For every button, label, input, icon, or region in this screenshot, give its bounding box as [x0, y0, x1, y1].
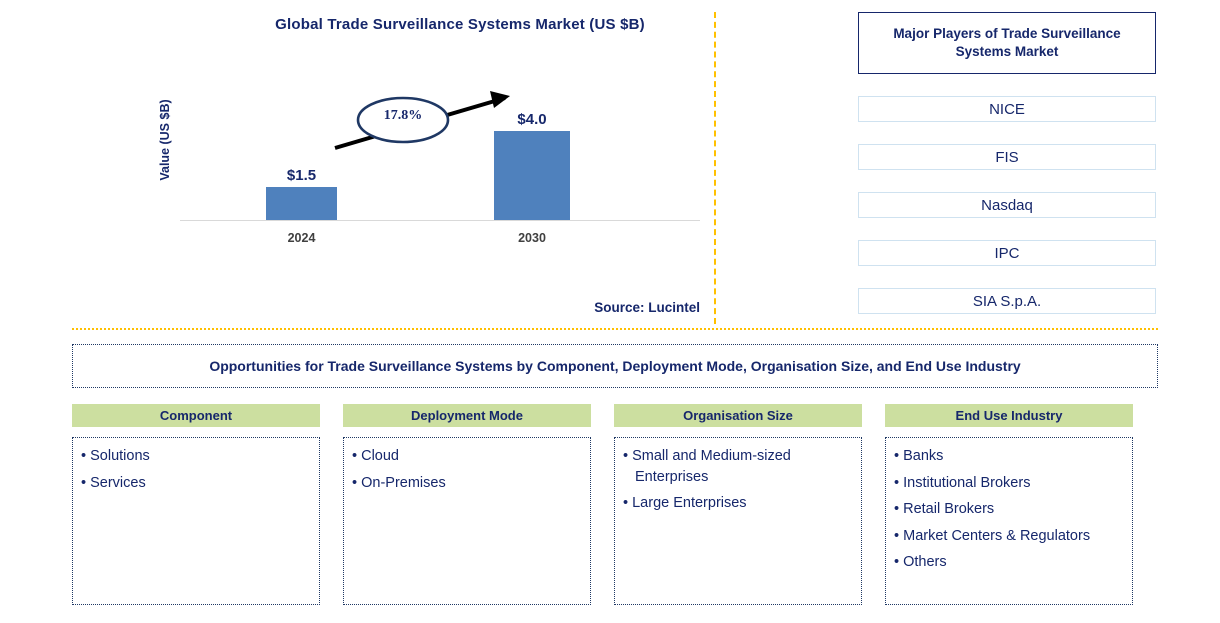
category-column-component: Component Solutions Services [72, 404, 320, 605]
player-item[interactable]: NICE [858, 96, 1156, 122]
list-item: Solutions [81, 446, 313, 467]
list-item: Banks [894, 446, 1126, 467]
category-header: Component [72, 404, 320, 427]
x-tick-label-2024: 2024 [287, 231, 316, 245]
category-list: Solutions Services [72, 437, 320, 605]
infographic-page: Global Trade Surveillance Systems Market… [0, 0, 1220, 623]
vertical-divider [714, 12, 716, 324]
list-item: Retail Brokers [894, 499, 1126, 520]
bar-value-2030: $4.0 [517, 111, 547, 128]
list-item: Small and Medium-sized Enterprises [623, 446, 855, 487]
horizontal-divider [72, 328, 1158, 330]
category-column-deployment-mode: Deployment Mode Cloud On-Premises [343, 404, 591, 605]
category-header: Organisation Size [614, 404, 862, 427]
opportunities-banner: Opportunities for Trade Surveillance Sys… [72, 344, 1158, 388]
player-item[interactable]: SIA S.p.A. [858, 288, 1156, 314]
category-header: Deployment Mode [343, 404, 591, 427]
bar-2024 [266, 187, 337, 220]
player-item[interactable]: FIS [858, 144, 1156, 170]
source-note: Source: Lucintel [594, 300, 700, 315]
list-item: Large Enterprises [623, 493, 855, 514]
major-players-header: Major Players of Trade Surveillance Syst… [858, 12, 1156, 74]
x-tick-label-2030: 2030 [518, 231, 546, 245]
category-column-end-use-industry: End Use Industry Banks Institutional Bro… [885, 404, 1133, 605]
list-item: Institutional Brokers [894, 473, 1126, 494]
opportunity-categories: Component Solutions Services Deployment … [72, 404, 1158, 605]
category-list: Cloud On-Premises [343, 437, 591, 605]
y-axis-label: Value (US $B) [158, 99, 172, 181]
bar-chart: Value (US $B) $1.5 $4.0 2024 2030 17.8% [158, 60, 700, 260]
category-list: Banks Institutional Brokers Retail Broke… [885, 437, 1133, 605]
list-item: On-Premises [352, 473, 584, 494]
cagr-growth-arrow-icon [334, 91, 510, 150]
major-players-panel: Major Players of Trade Surveillance Syst… [858, 12, 1156, 314]
bar-2030 [494, 131, 570, 220]
x-axis-line [180, 220, 700, 221]
list-item: Services [81, 473, 313, 494]
list-item: Market Centers & Regulators [894, 526, 1126, 547]
player-item[interactable]: Nasdaq [858, 192, 1156, 218]
bar-value-2024: $1.5 [286, 167, 317, 184]
category-list: Small and Medium-sized Enterprises Large… [614, 437, 862, 605]
list-item: Others [894, 552, 1126, 573]
list-item: Cloud [352, 446, 584, 467]
player-item[interactable]: IPC [858, 240, 1156, 266]
category-column-organisation-size: Organisation Size Small and Medium-sized… [614, 404, 862, 605]
category-header: End Use Industry [885, 404, 1133, 427]
chart-title: Global Trade Surveillance Systems Market… [275, 16, 645, 33]
cagr-value-label: 17.8% [383, 108, 423, 123]
